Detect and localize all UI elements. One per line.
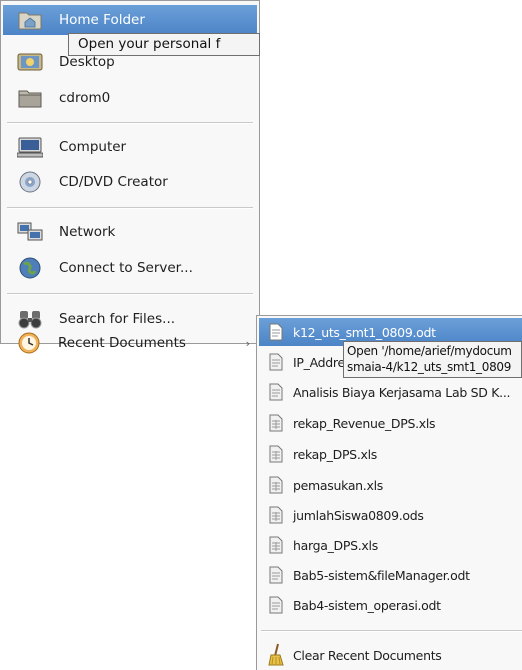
globe-icon [17,257,43,279]
recent-item-label: k12_uts_smt1_0809.odt [293,324,436,340]
recent-item[interactable]: Analisis Biaya Kerjasama Lab SD K... [259,378,522,406]
menu-item-cdrom0[interactable]: cdrom0 [3,83,257,113]
home-folder-icon [17,9,43,31]
document-icon [267,321,285,343]
recent-item-label: pemasukan.xls [293,477,383,493]
menu-item-label: Computer [59,139,127,155]
recent-item[interactable]: Bab5-sistem&fileManager.odt [259,561,522,589]
recent-item-label: rekap_Revenue_DPS.xls [293,415,436,431]
recent-item[interactable]: harga_DPS.xls [259,531,522,559]
document-icon [267,351,285,373]
menu-item-label: CD/DVD Creator [59,174,168,190]
menu-item-home-folder[interactable]: Home Folder [3,5,257,35]
document-icon [267,381,285,403]
menu-item-cd-dvd-creator[interactable]: CD/DVD Creator [3,167,257,197]
menu-separator [7,293,253,295]
menu-item-label: Home Folder [59,12,145,28]
recent-item[interactable]: pemasukan.xls [259,471,522,499]
menu-item-network[interactable]: Network [3,217,257,247]
recent-item-label: harga_DPS.xls [293,537,378,553]
spreadsheet-icon [267,504,285,526]
menu-item-label: cdrom0 [59,90,111,106]
network-icon [17,221,43,243]
menu-item-label: Desktop [59,54,115,70]
recent-item-label: Analisis Biaya Kerjasama Lab SD K... [293,384,511,400]
tooltip-line: Open '/home/arief/mydocum [347,344,512,358]
recent-item[interactable]: jumlahSiswa0809.ods [259,501,522,529]
recent-item-label: rekap_DPS.xls [293,446,377,462]
broom-icon [267,643,285,666]
recent-item-label: Bab5-sistem&fileManager.odt [293,567,470,583]
submenu-arrow-icon: › [245,336,250,350]
recent-item-label: IP_Addre [293,354,345,370]
recent-item[interactable]: rekap_Revenue_DPS.xls [259,409,522,437]
home-folder-tooltip: Open your personal f [68,33,260,56]
document-icon [267,564,285,586]
recent-item[interactable]: rekap_DPS.xls [259,440,522,468]
clear-recent-documents-label: Clear Recent Documents [293,647,442,663]
menu-item-label: Connect to Server... [59,260,193,276]
menu-item-computer[interactable]: Computer [3,132,257,162]
recent-item[interactable]: Bab4-sistem_operasi.odt [259,591,522,619]
recent-item-label: jumlahSiswa0809.ods [293,507,424,523]
spreadsheet-icon [267,474,285,496]
menu-separator [7,122,253,124]
spreadsheet-icon [267,412,285,434]
tooltip-line: smaia-4/k12_uts_smt1_0809 [347,360,512,374]
document-icon [267,594,285,616]
menu-separator [7,207,253,209]
menu-item-label: Recent Documents [58,335,186,351]
desktop-icon [17,51,43,73]
folder-icon [17,87,43,109]
menu-separator [261,630,522,632]
menu-item-connect-to-server[interactable]: Connect to Server... [3,253,257,283]
computer-icon [17,136,43,158]
clear-recent-documents-item[interactable]: Clear Recent Documents [259,641,522,669]
recent-document-tooltip: Open '/home/arief/mydocum smaia-4/k12_ut… [343,341,522,378]
tooltip-text: Open your personal f [78,36,221,52]
cd-icon [17,171,43,193]
menu-item-label: Network [59,224,116,240]
spreadsheet-icon [267,443,285,465]
menu-item-recent-documents[interactable]: Recent Documents › [2,328,256,358]
spreadsheet-icon [267,534,285,556]
clock-icon [16,332,42,354]
recent-item-label: Bab4-sistem_operasi.odt [293,597,441,613]
